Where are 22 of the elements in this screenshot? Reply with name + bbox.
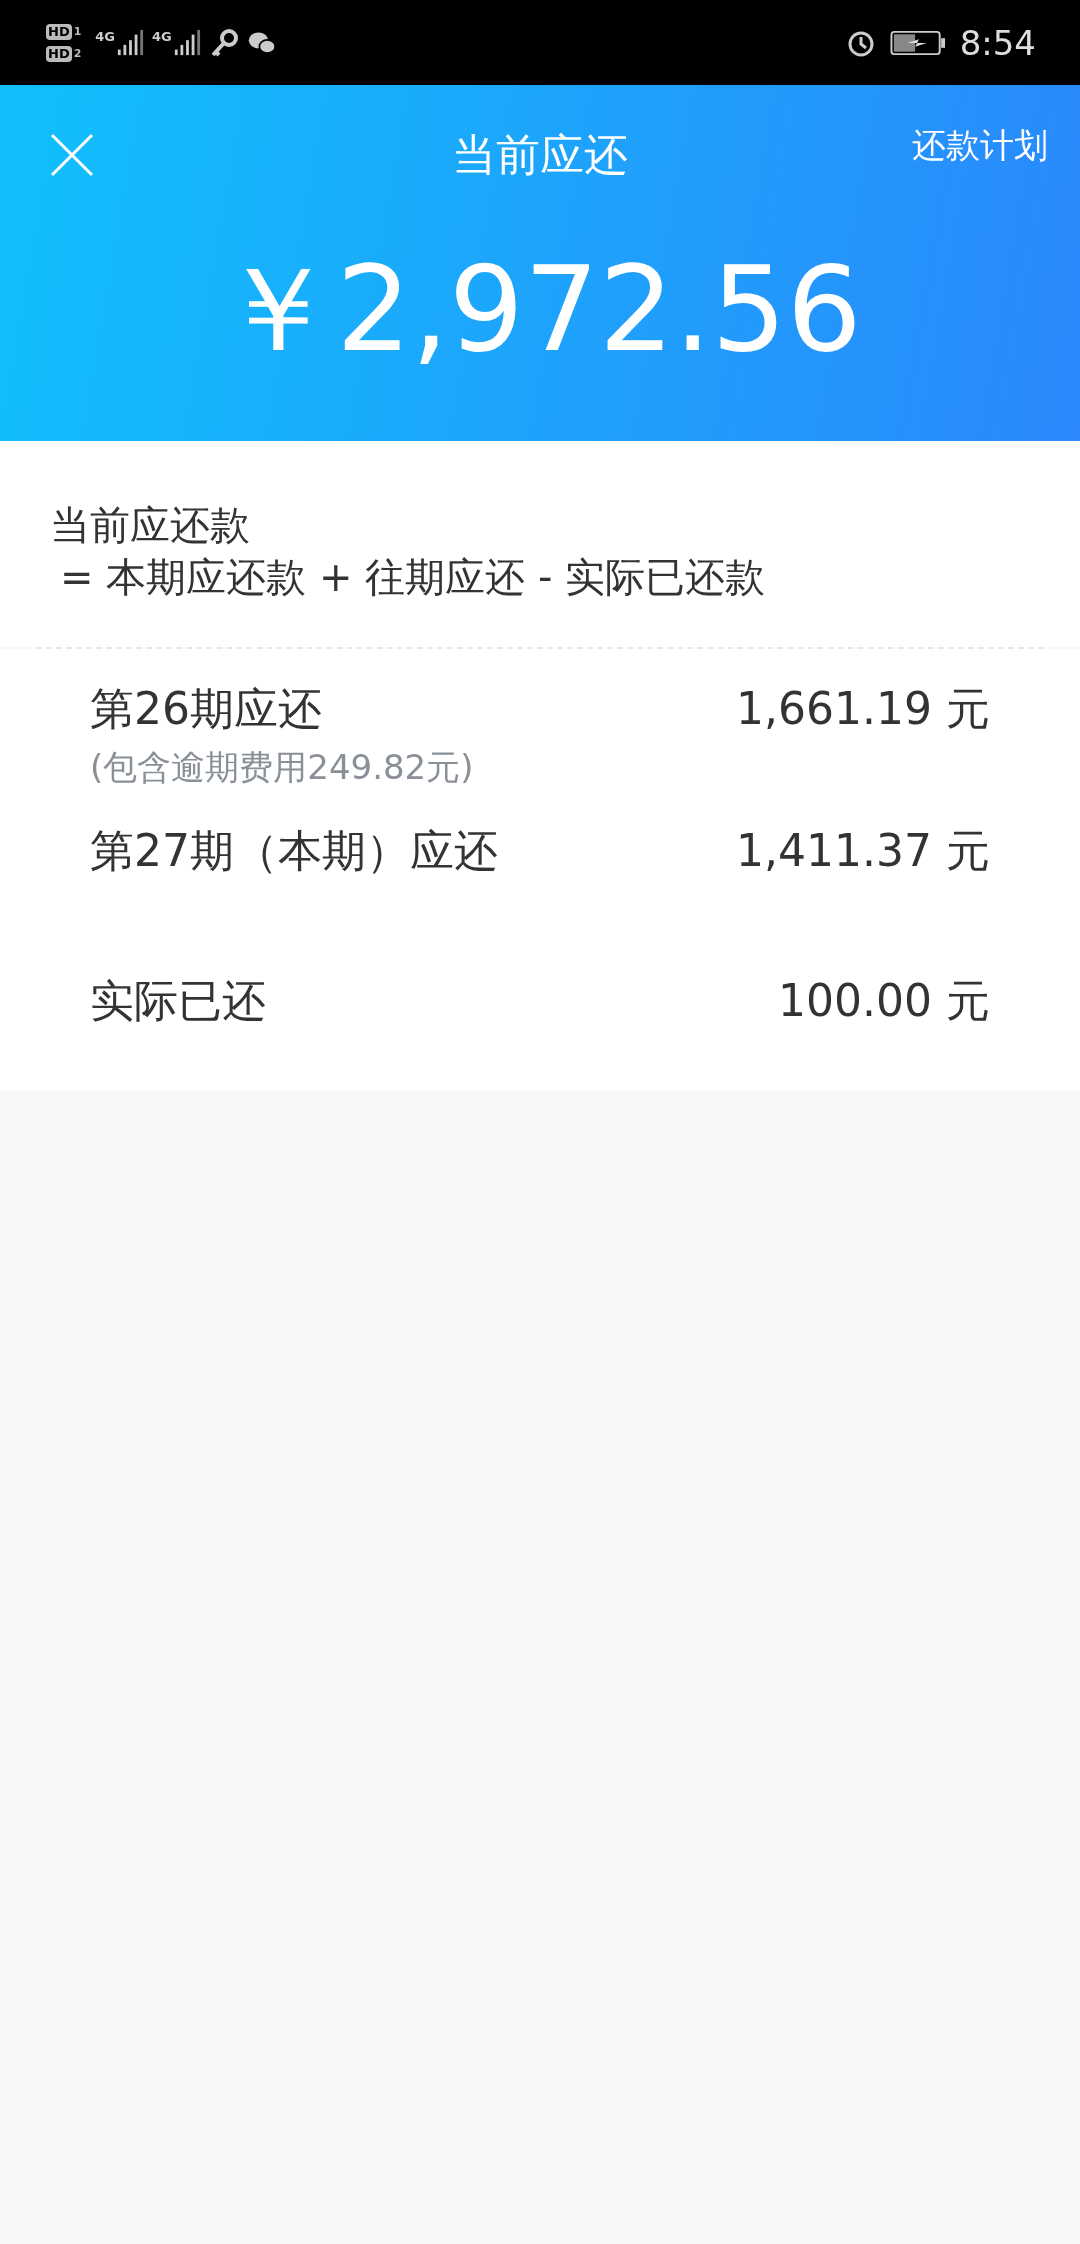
- network-label: 4G: [95, 28, 116, 44]
- formula-text: = 本期应还款 + 往期应还 - 实际已还款: [59, 553, 767, 602]
- hd-badge: HD: [46, 45, 72, 62]
- signal-icon: [172, 28, 201, 57]
- page-title: 当前应还: [452, 127, 628, 182]
- formula-title: 当前应还款: [50, 501, 251, 550]
- sim-slot: 2: [73, 47, 82, 60]
- network-label: 4G: [152, 28, 172, 44]
- repayment-plan-link[interactable]: 还款计划: [912, 123, 1048, 169]
- close-icon[interactable]: [50, 133, 94, 177]
- sim-slot: 1: [73, 25, 82, 38]
- hd-badge: HD: [46, 23, 72, 40]
- row-amount: 1,661.19 元: [736, 681, 990, 736]
- amount-due: ￥2,972.56: [217, 239, 863, 380]
- signal-icon: [116, 28, 145, 57]
- row-label: 实际已还: [90, 973, 266, 1028]
- row-note: (包含逾期费用249.82元): [90, 746, 475, 789]
- row-amount: 1,411.37 元: [736, 823, 990, 878]
- row-label: 第27期（本期）应还: [90, 823, 498, 878]
- clock-time: 8:54: [959, 22, 1036, 63]
- row-label: 第26期应还: [90, 681, 322, 736]
- row-amount: 100.00 元: [778, 973, 990, 1028]
